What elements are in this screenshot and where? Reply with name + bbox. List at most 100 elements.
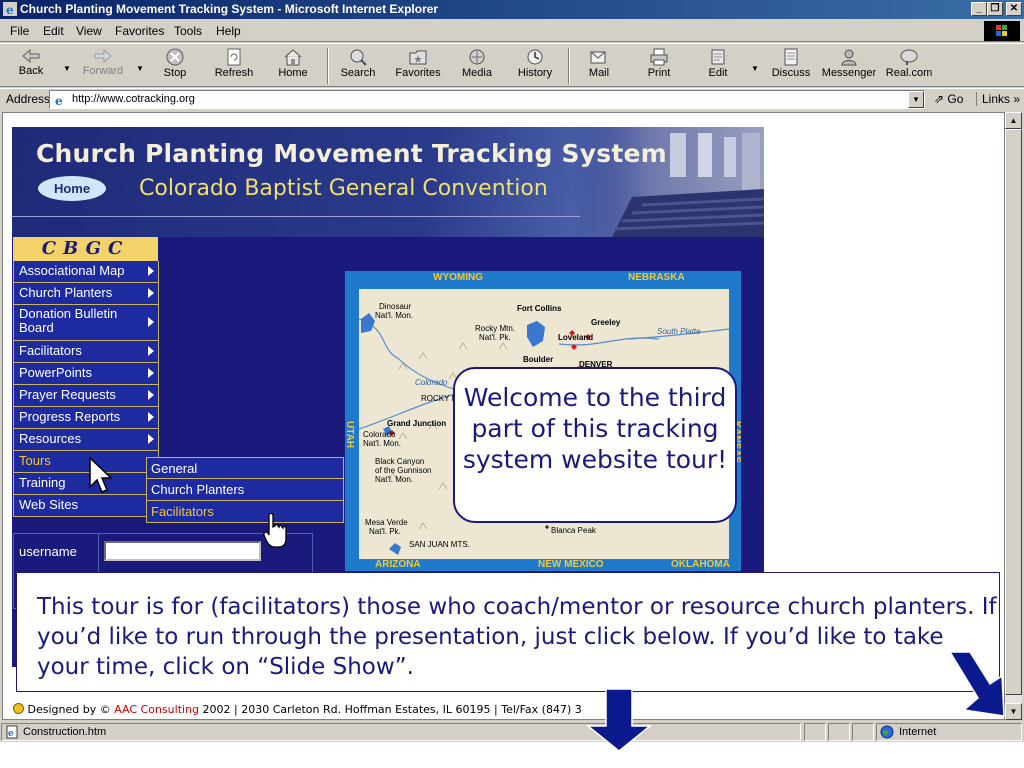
media-button[interactable]: Media [446,46,508,86]
submenu-arrow-icon [148,266,154,276]
title-bar[interactable]: e Church Planting Movement Tracking Syst… [0,0,1024,19]
map-label-grand-junction: Grand Junction [387,419,446,428]
messenger-button[interactable]: Messenger [818,46,880,86]
nav-item-powerpoints[interactable]: PowerPoints [13,363,159,385]
status-bar: e Construction.htm Internet [0,721,1024,742]
nav-item-training[interactable]: Training [13,473,159,495]
favorites-button[interactable]: Favorites [387,46,449,86]
nav-item-facilitators[interactable]: Facilitators [13,341,159,363]
cbgc-logo: CBGC [13,237,158,261]
map-label-south-platte: South Platte [657,327,701,336]
submenu-arrow-icon [148,390,154,400]
header-title: Church Planting Movement Tracking System [36,139,667,168]
nav-item-donation-bulletin-board[interactable]: Donation Bulletin Board [13,305,159,341]
back-button[interactable]: Back [0,46,62,86]
home-link-button[interactable]: Home [38,176,106,201]
nav-item-label: Associational Map [19,263,125,278]
menu-bar: File Edit View Favorites Tools Help [0,20,1024,42]
go-button[interactable]: ⇗ Go [934,92,963,106]
forward-button[interactable]: Forward [72,46,134,86]
nav-item-resources[interactable]: Resources [13,429,159,451]
submenu-item-general[interactable]: General [146,457,344,479]
ie-page-icon: e [53,93,67,107]
print-button[interactable]: Print [628,46,690,86]
menu-help[interactable]: Help [216,24,241,38]
map-label-mesa-verde-2: Nat'l. Pk. [369,527,401,536]
vertical-scrollbar[interactable]: ▲ ▼ [1005,112,1022,720]
submenu-item-church-planters[interactable]: Church Planters [146,479,344,501]
state-label-new-mexico: NEW MEXICO [538,559,604,570]
nav-item-label: Training [19,475,66,490]
svg-text:e: e [6,3,14,16]
edit-button[interactable]: Edit [687,46,749,86]
next-down-arrow-icon[interactable] [586,688,652,752]
back-dropdown-icon[interactable]: ▼ [63,64,71,73]
print-label: Print [647,67,671,79]
menu-favorites[interactable]: Favorites [115,24,164,38]
scroll-thumb[interactable] [1005,129,1022,695]
submenu-arrow-icon [148,434,154,444]
svg-text:e: e [55,94,63,107]
search-label: Search [340,67,376,79]
scroll-up-icon[interactable]: ▲ [1005,112,1022,129]
username-input[interactable] [104,541,261,561]
close-button[interactable]: ✕ [1006,2,1022,16]
links-button[interactable]: Links » [976,92,1020,106]
menu-tools[interactable]: Tools [174,24,202,38]
map-label-dinosaur: Dinosaur [379,302,411,311]
address-dropdown-icon[interactable]: ▼ [908,91,924,108]
nav-item-church-planters[interactable]: Church Planters [13,283,159,305]
stop-icon [166,48,184,66]
submenu-arrow-icon [148,317,154,327]
minimize-button[interactable]: _ [971,2,987,16]
history-button[interactable]: History [504,46,566,86]
nav-item-web-sites[interactable]: Web Sites [13,495,159,517]
address-input[interactable]: e http://www.cotracking.org ▼ [49,90,925,109]
ie-icon: e [3,2,17,16]
go-label: Go [947,92,964,106]
state-label-utah: UTAH [344,421,355,449]
state-label-arizona: ARIZONA [375,559,421,570]
mail-button[interactable]: Mail [568,46,630,86]
stop-button[interactable]: Stop [144,46,206,86]
mail-icon [590,51,606,64]
state-label-wyoming: WYOMING [433,272,483,283]
search-icon [350,49,367,66]
nav-item-tours[interactable]: Tours [13,451,159,473]
nav-item-label: Prayer Requests [19,387,116,402]
stop-label: Stop [163,67,187,79]
search-button[interactable]: Search [327,46,389,86]
real-button[interactable]: Real.com [878,46,940,86]
media-icon [469,49,485,65]
discuss-button[interactable]: Discuss [760,46,822,86]
footer-company-link[interactable]: AAC Consulting [114,703,199,716]
map-label-mesa-verde: Mesa Verde [365,518,408,527]
slide-show-arrow-icon[interactable] [940,650,1014,720]
home-button[interactable]: Home [262,46,324,86]
menu-view[interactable]: View [76,24,102,38]
nav-item-label: Facilitators [19,343,82,358]
nav-item-associational-map[interactable]: Associational Map [13,261,159,283]
nav-item-label: Church Planters [19,285,113,300]
menu-file[interactable]: File [10,24,29,38]
refresh-button[interactable]: Refresh [203,46,265,86]
forward-dropdown-icon[interactable]: ▼ [136,64,144,73]
menu-edit[interactable]: Edit [43,24,64,38]
state-label-oklahoma: OKLAHOMA [671,559,730,570]
maximize-button[interactable]: ❐ [987,2,1003,16]
page-viewport: Church Planting Movement Tracking System… [2,112,1005,720]
footer-bullet-icon [13,703,24,714]
nav-item-label: Progress Reports [19,409,121,424]
page-icon: e [6,725,18,739]
welcome-callout: Welcome to the third part of this tracki… [453,367,737,523]
nav-item-prayer-requests[interactable]: Prayer Requests [13,385,159,407]
nav-item-progress-reports[interactable]: Progress Reports [13,407,159,429]
map-label-dinosaur-2: Nat'l. Mon. [375,311,413,320]
status-panel [828,723,850,741]
mail-label: Mail [588,67,610,79]
submenu-item-facilitators[interactable]: Facilitators [146,501,344,523]
svg-text:e: e [8,729,14,739]
edit-label: Edit [708,67,728,79]
address-label: Address [6,92,51,106]
edit-dropdown-icon[interactable]: ▼ [751,64,759,73]
